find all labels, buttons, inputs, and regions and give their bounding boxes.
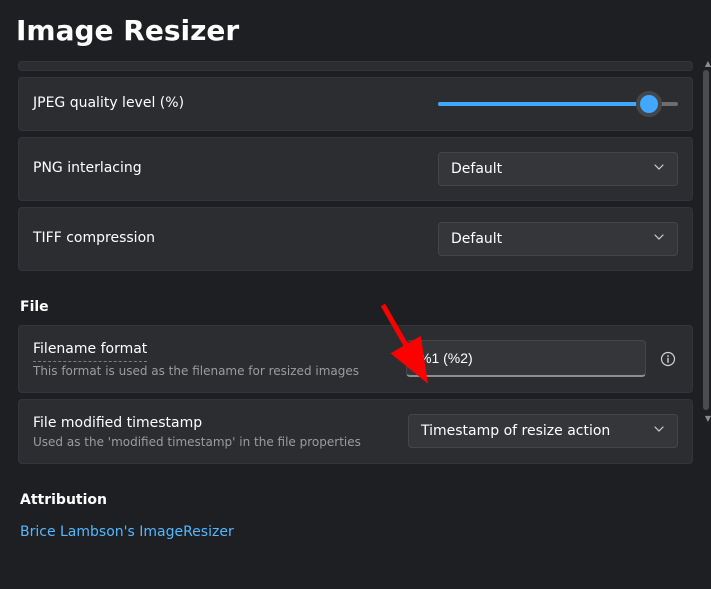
- filename-format-sub: This format is used as the filename for …: [33, 364, 359, 378]
- png-interlacing-select[interactable]: Default: [438, 152, 678, 186]
- scrollbar[interactable]: [703, 70, 709, 410]
- tiff-compression-row: TIFF compression Default: [18, 207, 693, 271]
- file-timestamp-value: Timestamp of resize action: [421, 423, 610, 439]
- scroll-down-icon[interactable]: ▼: [704, 415, 711, 423]
- tiff-compression-label: TIFF compression: [33, 229, 155, 249]
- chevron-down-icon: [653, 161, 665, 177]
- chevron-down-icon: [653, 423, 665, 439]
- page-title: Image Resizer: [0, 0, 711, 55]
- file-timestamp-row: File modified timestamp Used as the 'mod…: [18, 399, 693, 465]
- filename-format-label: Filename format: [33, 340, 147, 362]
- attribution-section-header: Attribution: [20, 492, 693, 508]
- jpeg-quality-label: JPEG quality level (%): [33, 94, 184, 114]
- collapsed-row: [18, 61, 693, 71]
- png-interlacing-row: PNG interlacing Default: [18, 137, 693, 201]
- chevron-down-icon: [653, 231, 665, 247]
- scroll-up-icon[interactable]: ▲: [704, 60, 711, 68]
- info-icon[interactable]: [658, 349, 678, 369]
- jpeg-quality-row: JPEG quality level (%): [18, 77, 693, 131]
- png-interlacing-label: PNG interlacing: [33, 159, 142, 179]
- file-timestamp-select[interactable]: Timestamp of resize action: [408, 414, 678, 448]
- tiff-compression-select[interactable]: Default: [438, 222, 678, 256]
- png-interlacing-value: Default: [451, 161, 502, 177]
- file-timestamp-label: File modified timestamp: [33, 414, 361, 434]
- filename-format-row: Filename format This format is used as t…: [18, 325, 693, 393]
- jpeg-quality-slider[interactable]: [438, 92, 678, 116]
- file-timestamp-sub: Used as the 'modified timestamp' in the …: [33, 435, 361, 449]
- attribution-link[interactable]: Brice Lambson's ImageResizer: [20, 524, 234, 540]
- tiff-compression-value: Default: [451, 231, 502, 247]
- file-section-header: File: [20, 299, 693, 315]
- filename-format-input[interactable]: [406, 340, 646, 377]
